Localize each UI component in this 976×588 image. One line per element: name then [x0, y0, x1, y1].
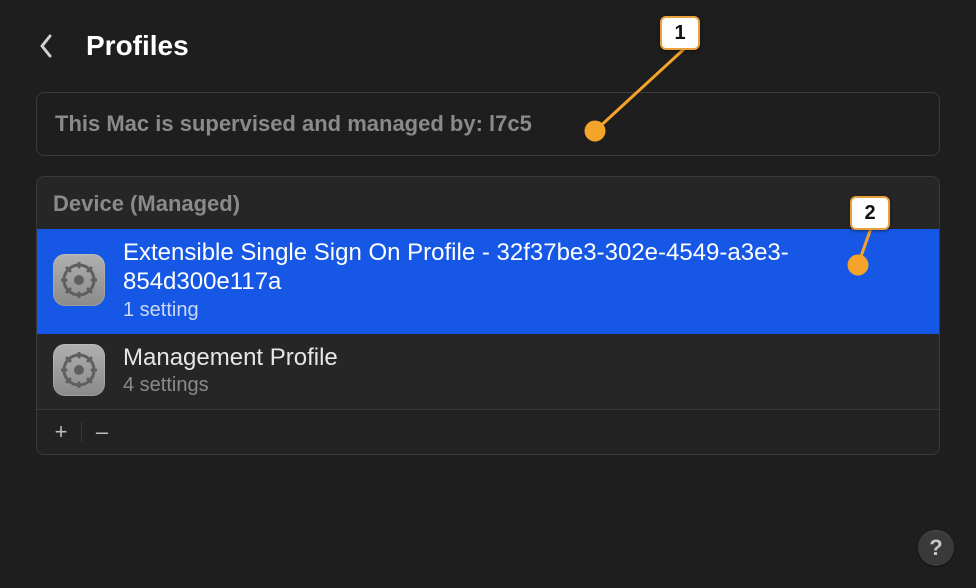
panel-header: Device (Managed) — [37, 177, 939, 229]
profile-title: Extensible Single Sign On Profile - 32f3… — [123, 239, 923, 297]
gear-icon — [53, 254, 105, 306]
back-button[interactable] — [36, 32, 56, 60]
chevron-left-icon — [39, 34, 53, 58]
profile-row[interactable]: Management Profile 4 settings — [37, 334, 939, 410]
gear-icon — [53, 344, 105, 396]
profile-row[interactable]: Extensible Single Sign On Profile - 32f3… — [37, 229, 939, 334]
plus-icon: + — [55, 421, 68, 443]
remove-profile-button[interactable]: – — [88, 418, 116, 446]
annotation-label: 2 — [864, 202, 875, 225]
annotation-callout-1: 1 — [660, 16, 700, 50]
supervision-banner: This Mac is supervised and managed by: l… — [36, 92, 940, 156]
profile-text: Management Profile 4 settings — [123, 344, 338, 398]
annotation-callout-2: 2 — [850, 196, 890, 230]
header: Profiles — [0, 0, 976, 82]
profiles-panel: Device (Managed) Extensible Single Si — [36, 176, 940, 455]
profile-subtitle: 4 settings — [123, 374, 338, 397]
profile-title: Management Profile — [123, 344, 338, 373]
question-icon: ? — [929, 535, 942, 561]
add-profile-button[interactable]: + — [47, 418, 75, 446]
profile-text: Extensible Single Sign On Profile - 32f3… — [123, 239, 923, 322]
help-button[interactable]: ? — [918, 530, 954, 566]
footer-separator — [81, 422, 82, 442]
minus-icon: – — [96, 421, 108, 443]
page-title: Profiles — [86, 30, 189, 62]
supervision-text: This Mac is supervised and managed by: l… — [55, 111, 532, 136]
panel-footer: + – — [37, 409, 939, 454]
profile-subtitle: 1 setting — [123, 299, 923, 322]
annotation-label: 1 — [674, 22, 685, 45]
